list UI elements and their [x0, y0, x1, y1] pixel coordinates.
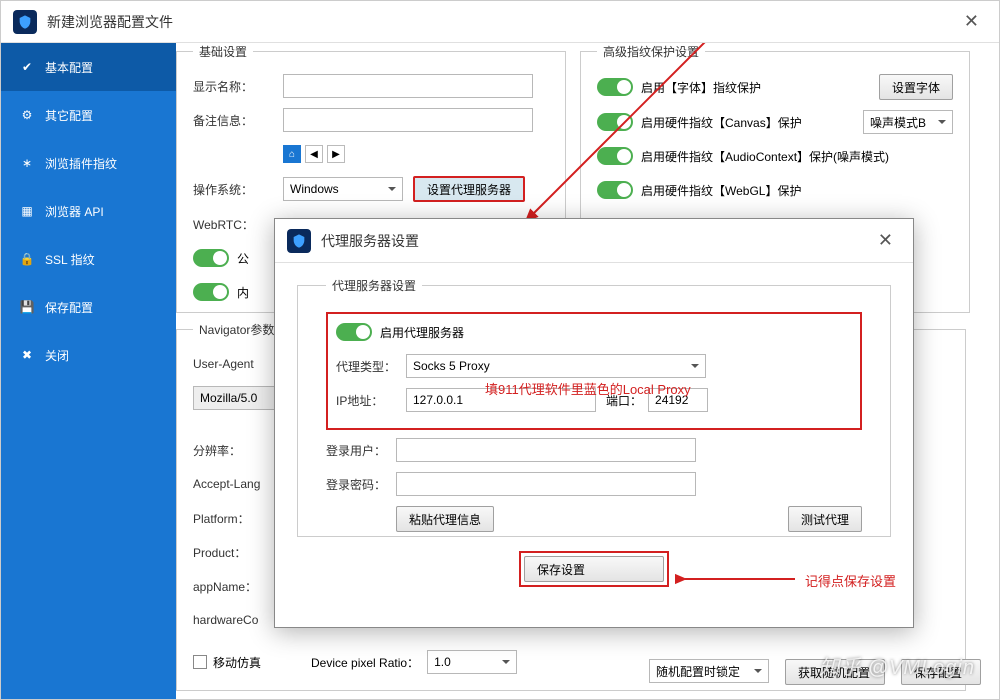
public-toggle[interactable]: [193, 249, 229, 267]
sidebar-item-label: 浏览插件指纹: [45, 155, 117, 172]
resolution-label: 分辨率：: [193, 442, 283, 459]
api-icon: ▦: [19, 203, 35, 219]
gear-icon: ⚙: [19, 107, 35, 123]
display-name-label: 显示名称：: [193, 78, 283, 95]
webrtc-label: WebRTC：: [193, 216, 283, 233]
close-icon[interactable]: ✕: [956, 7, 987, 36]
save-row: 保存设置: [297, 551, 891, 587]
highlighted-proxy-box: 启用代理服务器 代理类型： Socks 5 Proxy IP地址： 端口：: [326, 312, 862, 430]
chevron-down-icon: [938, 120, 946, 124]
sidebar-item-ssl[interactable]: 🔒 SSL 指纹: [1, 235, 176, 283]
close-circle-icon: ✖: [19, 347, 35, 363]
paste-proxy-button[interactable]: 粘贴代理信息: [396, 506, 494, 532]
sidebar-item-label: 基本配置: [45, 59, 93, 76]
sidebar-item-label: 关闭: [45, 347, 69, 364]
chevron-down-icon: [754, 669, 762, 673]
os-select[interactable]: Windows: [283, 177, 403, 201]
canvas-label: 启用硬件指纹【Canvas】保护: [641, 114, 863, 131]
product-label: Product：: [193, 544, 283, 561]
webgl-label: 启用硬件指纹【WebGL】保护: [641, 182, 801, 199]
modal-close-icon[interactable]: ✕: [870, 226, 901, 255]
modal-title: 代理服务器设置: [321, 231, 870, 251]
sidebar-item-label: 其它配置: [45, 107, 93, 124]
nav-legend: Navigator参数: [193, 321, 280, 338]
random-lock-button[interactable]: 随机配置时锁定: [649, 659, 769, 683]
canvas-toggle[interactable]: [597, 113, 633, 131]
sidebar-item-save[interactable]: 💾 保存配置: [1, 283, 176, 331]
sidebar: ✔ 基本配置 ⚙ 其它配置 ∗ 浏览插件指纹 ▦ 浏览器 API 🔒 SSL 指纹 💾 保存…: [1, 43, 176, 699]
save-settings-button[interactable]: 保存设置: [524, 556, 664, 582]
app-logo-icon: [287, 229, 311, 253]
lang-label: Accept-Lang: [193, 477, 283, 491]
os-label: 操作系统：: [193, 181, 283, 198]
user-input[interactable]: [396, 438, 696, 462]
window-title: 新建浏览器配置文件: [47, 12, 956, 32]
hardware-label: hardwareCo: [193, 613, 283, 627]
sidebar-item-label: 保存配置: [45, 299, 93, 316]
bottom-buttons: 随机配置时锁定 获取随机配置 保存配置: [649, 659, 981, 685]
dpr-select[interactable]: 1.0: [427, 650, 517, 674]
pass-input[interactable]: [396, 472, 696, 496]
sidebar-item-label: 浏览器 API: [45, 203, 104, 220]
sidebar-item-close[interactable]: ✖ 关闭: [1, 331, 176, 379]
modal-titlebar: 代理服务器设置 ✕: [275, 219, 913, 263]
annotation-text-2: 记得点保存设置: [805, 571, 896, 590]
pass-label: 登录密码：: [326, 476, 396, 493]
remark-label: 备注信息：: [193, 112, 283, 129]
font-label: 启用【字体】指纹保护: [641, 79, 879, 96]
internal-label: 内: [237, 284, 249, 301]
lock-icon: 🔒: [19, 251, 35, 267]
enable-proxy-label: 启用代理服务器: [380, 324, 464, 341]
remark-input[interactable]: [283, 108, 533, 132]
audio-label: 启用硬件指纹【AudioContext】保护(噪声模式): [641, 148, 889, 165]
proxy-type-select[interactable]: Socks 5 Proxy: [406, 354, 706, 378]
appname-label: appName：: [193, 578, 283, 595]
audio-toggle[interactable]: [597, 147, 633, 165]
advanced-legend: 高级指纹保护设置: [597, 43, 705, 60]
proxy-type-label: 代理类型：: [336, 358, 406, 375]
chevron-down-icon: [388, 187, 396, 191]
annotation-text-1: 填911代理软件里蓝色的Local Proxy: [485, 379, 691, 398]
share-icon: ∗: [19, 155, 35, 171]
internal-toggle[interactable]: [193, 283, 229, 301]
platform-label: Platform：: [193, 510, 283, 527]
proxy-fieldset: 代理服务器设置 启用代理服务器 代理类型： Socks 5 Proxy IP地址…: [297, 277, 891, 537]
sidebar-item-label: SSL 指纹: [45, 251, 95, 268]
proxy-settings-modal: 代理服务器设置 ✕ 代理服务器设置 启用代理服务器 代理类型： Socks 5 …: [274, 218, 914, 628]
enable-proxy-toggle[interactable]: [336, 323, 372, 341]
set-proxy-button[interactable]: 设置代理服务器: [413, 176, 525, 202]
public-label: 公: [237, 250, 249, 267]
font-toggle[interactable]: [597, 78, 633, 96]
set-font-button[interactable]: 设置字体: [879, 74, 953, 100]
home-icon[interactable]: ⌂: [283, 145, 301, 163]
sidebar-item-api[interactable]: ▦ 浏览器 API: [1, 187, 176, 235]
get-random-button[interactable]: 获取随机配置: [785, 659, 885, 685]
proxy-legend: 代理服务器设置: [326, 277, 422, 294]
save-icon: 💾: [19, 299, 35, 315]
prev-icon[interactable]: ◀: [305, 145, 323, 163]
sidebar-item-basic[interactable]: ✔ 基本配置: [1, 43, 176, 91]
app-logo-icon: [13, 10, 37, 34]
dpr-label: Device pixel Ratio：: [311, 654, 419, 671]
user-label: 登录用户：: [326, 442, 396, 459]
mobile-label: 移动仿真: [213, 654, 261, 671]
sidebar-item-plugin[interactable]: ∗ 浏览插件指纹: [1, 139, 176, 187]
canvas-mode-select[interactable]: 噪声模式B: [863, 110, 953, 134]
mobile-checkbox[interactable]: [193, 655, 207, 669]
check-icon: ✔: [19, 59, 35, 75]
ua-label: User-Agent: [193, 357, 283, 371]
test-proxy-button[interactable]: 测试代理: [788, 506, 862, 532]
webgl-toggle[interactable]: [597, 181, 633, 199]
chevron-down-icon: [691, 364, 699, 368]
sidebar-item-other[interactable]: ⚙ 其它配置: [1, 91, 176, 139]
basic-legend: 基础设置: [193, 43, 253, 60]
titlebar: 新建浏览器配置文件 ✕: [1, 1, 999, 43]
chevron-down-icon: [502, 660, 510, 664]
next-icon[interactable]: ▶: [327, 145, 345, 163]
modal-body: 代理服务器设置 启用代理服务器 代理类型： Socks 5 Proxy IP地址…: [275, 263, 913, 601]
ip-label: IP地址：: [336, 392, 406, 409]
display-name-input[interactable]: [283, 74, 533, 98]
save-config-button[interactable]: 保存配置: [901, 659, 981, 685]
icon-row: ⌂ ◀ ▶: [283, 145, 345, 163]
